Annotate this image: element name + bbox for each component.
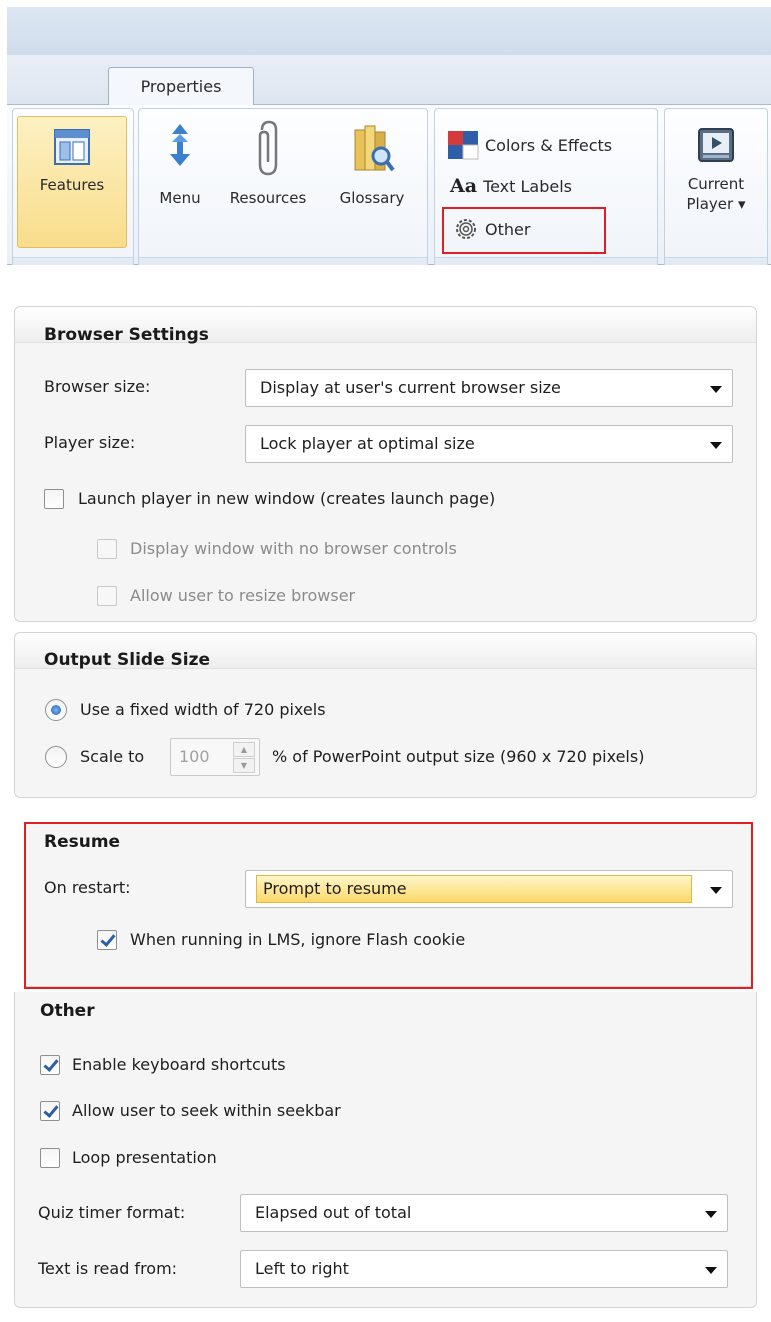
features-icon — [54, 129, 90, 165]
chevron-down-icon — [705, 1211, 717, 1218]
menu-button[interactable]: Menu — [144, 120, 216, 208]
browser-size-dropdown[interactable]: Display at user's current browser size — [245, 369, 733, 407]
tab-properties[interactable]: Properties — [108, 67, 254, 107]
fixed-width-label: Use a fixed width of 720 pixels — [80, 700, 326, 719]
allow-resize-label: Allow user to resize browser — [130, 586, 356, 605]
stepper-down-icon[interactable]: ▼ — [233, 758, 255, 773]
player-size-dropdown[interactable]: Lock player at optimal size — [245, 425, 733, 463]
glossary-button[interactable]: Glossary — [324, 120, 420, 208]
text-labels-button[interactable]: Aa Text Labels — [450, 175, 572, 197]
colors-effects-button[interactable]: Colors & Effects — [447, 130, 612, 160]
menu-label: Menu — [159, 189, 201, 207]
quiz-timer-label: Quiz timer format: — [38, 1203, 186, 1222]
browser-size-label: Browser size: — [44, 377, 151, 396]
other-title: Other — [40, 1001, 95, 1021]
browser-settings-title: Browser Settings — [44, 325, 209, 345]
loop-presentation-checkbox[interactable] — [40, 1148, 60, 1168]
player-size-value: Lock player at optimal size — [260, 434, 475, 453]
chevron-down-icon — [705, 1267, 717, 1274]
current-player-label-1: Current — [687, 175, 745, 193]
glossary-label: Glossary — [339, 189, 405, 207]
loop-presentation-label: Loop presentation — [72, 1148, 217, 1167]
highlight-box-other — [442, 207, 606, 254]
player-icon — [698, 128, 734, 162]
glossary-icon — [354, 125, 395, 172]
launch-new-window-label: Launch player in new window (creates lau… — [78, 489, 496, 508]
browser-size-value: Display at user's current browser size — [260, 378, 561, 397]
text-direction-value: Left to right — [255, 1259, 349, 1278]
seek-within-seekbar-checkbox[interactable] — [40, 1101, 60, 1121]
quiz-timer-value: Elapsed out of total — [255, 1203, 412, 1222]
fixed-width-radio[interactable] — [45, 699, 67, 721]
resources-button[interactable]: Resources — [218, 120, 318, 208]
keyboard-shortcuts-label: Enable keyboard shortcuts — [72, 1055, 286, 1074]
output-slide-size-title: Output Slide Size — [44, 650, 211, 670]
menu-icon — [170, 124, 190, 166]
seek-within-seekbar-label: Allow user to seek within seekbar — [72, 1101, 341, 1120]
allow-resize-checkbox[interactable] — [97, 586, 117, 606]
current-player-button[interactable]: Current Player ▾ — [670, 126, 762, 214]
launch-new-window-checkbox[interactable] — [44, 489, 64, 509]
colors-effects-label: Colors & Effects — [485, 135, 613, 155]
features-button[interactable]: Features — [17, 116, 127, 248]
scale-suffix-label: % of PowerPoint output size (960 x 720 p… — [272, 747, 645, 766]
no-browser-controls-checkbox[interactable] — [97, 539, 117, 559]
player-size-label: Player size: — [44, 433, 136, 452]
chevron-down-icon — [710, 442, 722, 449]
scale-to-label: Scale to — [80, 747, 145, 766]
scale-percent-stepper[interactable]: 100 ▲ ▼ — [170, 738, 260, 776]
current-player-label-2: Player ▾ — [686, 195, 746, 213]
ribbon-title-area — [7, 7, 771, 55]
scale-percent-value: 100 — [179, 747, 210, 766]
keyboard-shortcuts-checkbox[interactable] — [40, 1055, 60, 1075]
chevron-down-icon — [710, 386, 722, 393]
resources-label: Resources — [229, 189, 307, 207]
colors-effects-icon — [448, 131, 479, 160]
browser-settings-panel — [14, 306, 757, 622]
quiz-timer-dropdown[interactable]: Elapsed out of total — [240, 1194, 728, 1232]
ribbon-gap — [0, 265, 771, 295]
stepper-up-icon[interactable]: ▲ — [233, 742, 255, 757]
text-direction-dropdown[interactable]: Left to right — [240, 1250, 728, 1288]
text-labels-label: Text Labels — [483, 176, 573, 196]
scale-to-radio[interactable] — [45, 746, 67, 768]
highlight-box-resume — [24, 822, 753, 989]
paperclip-icon — [258, 120, 278, 176]
no-browser-controls-label: Display window with no browser controls — [130, 539, 457, 558]
text-labels-icon: Aa — [450, 175, 478, 197]
features-label: Features — [39, 176, 105, 194]
text-direction-label: Text is read from: — [38, 1259, 178, 1278]
